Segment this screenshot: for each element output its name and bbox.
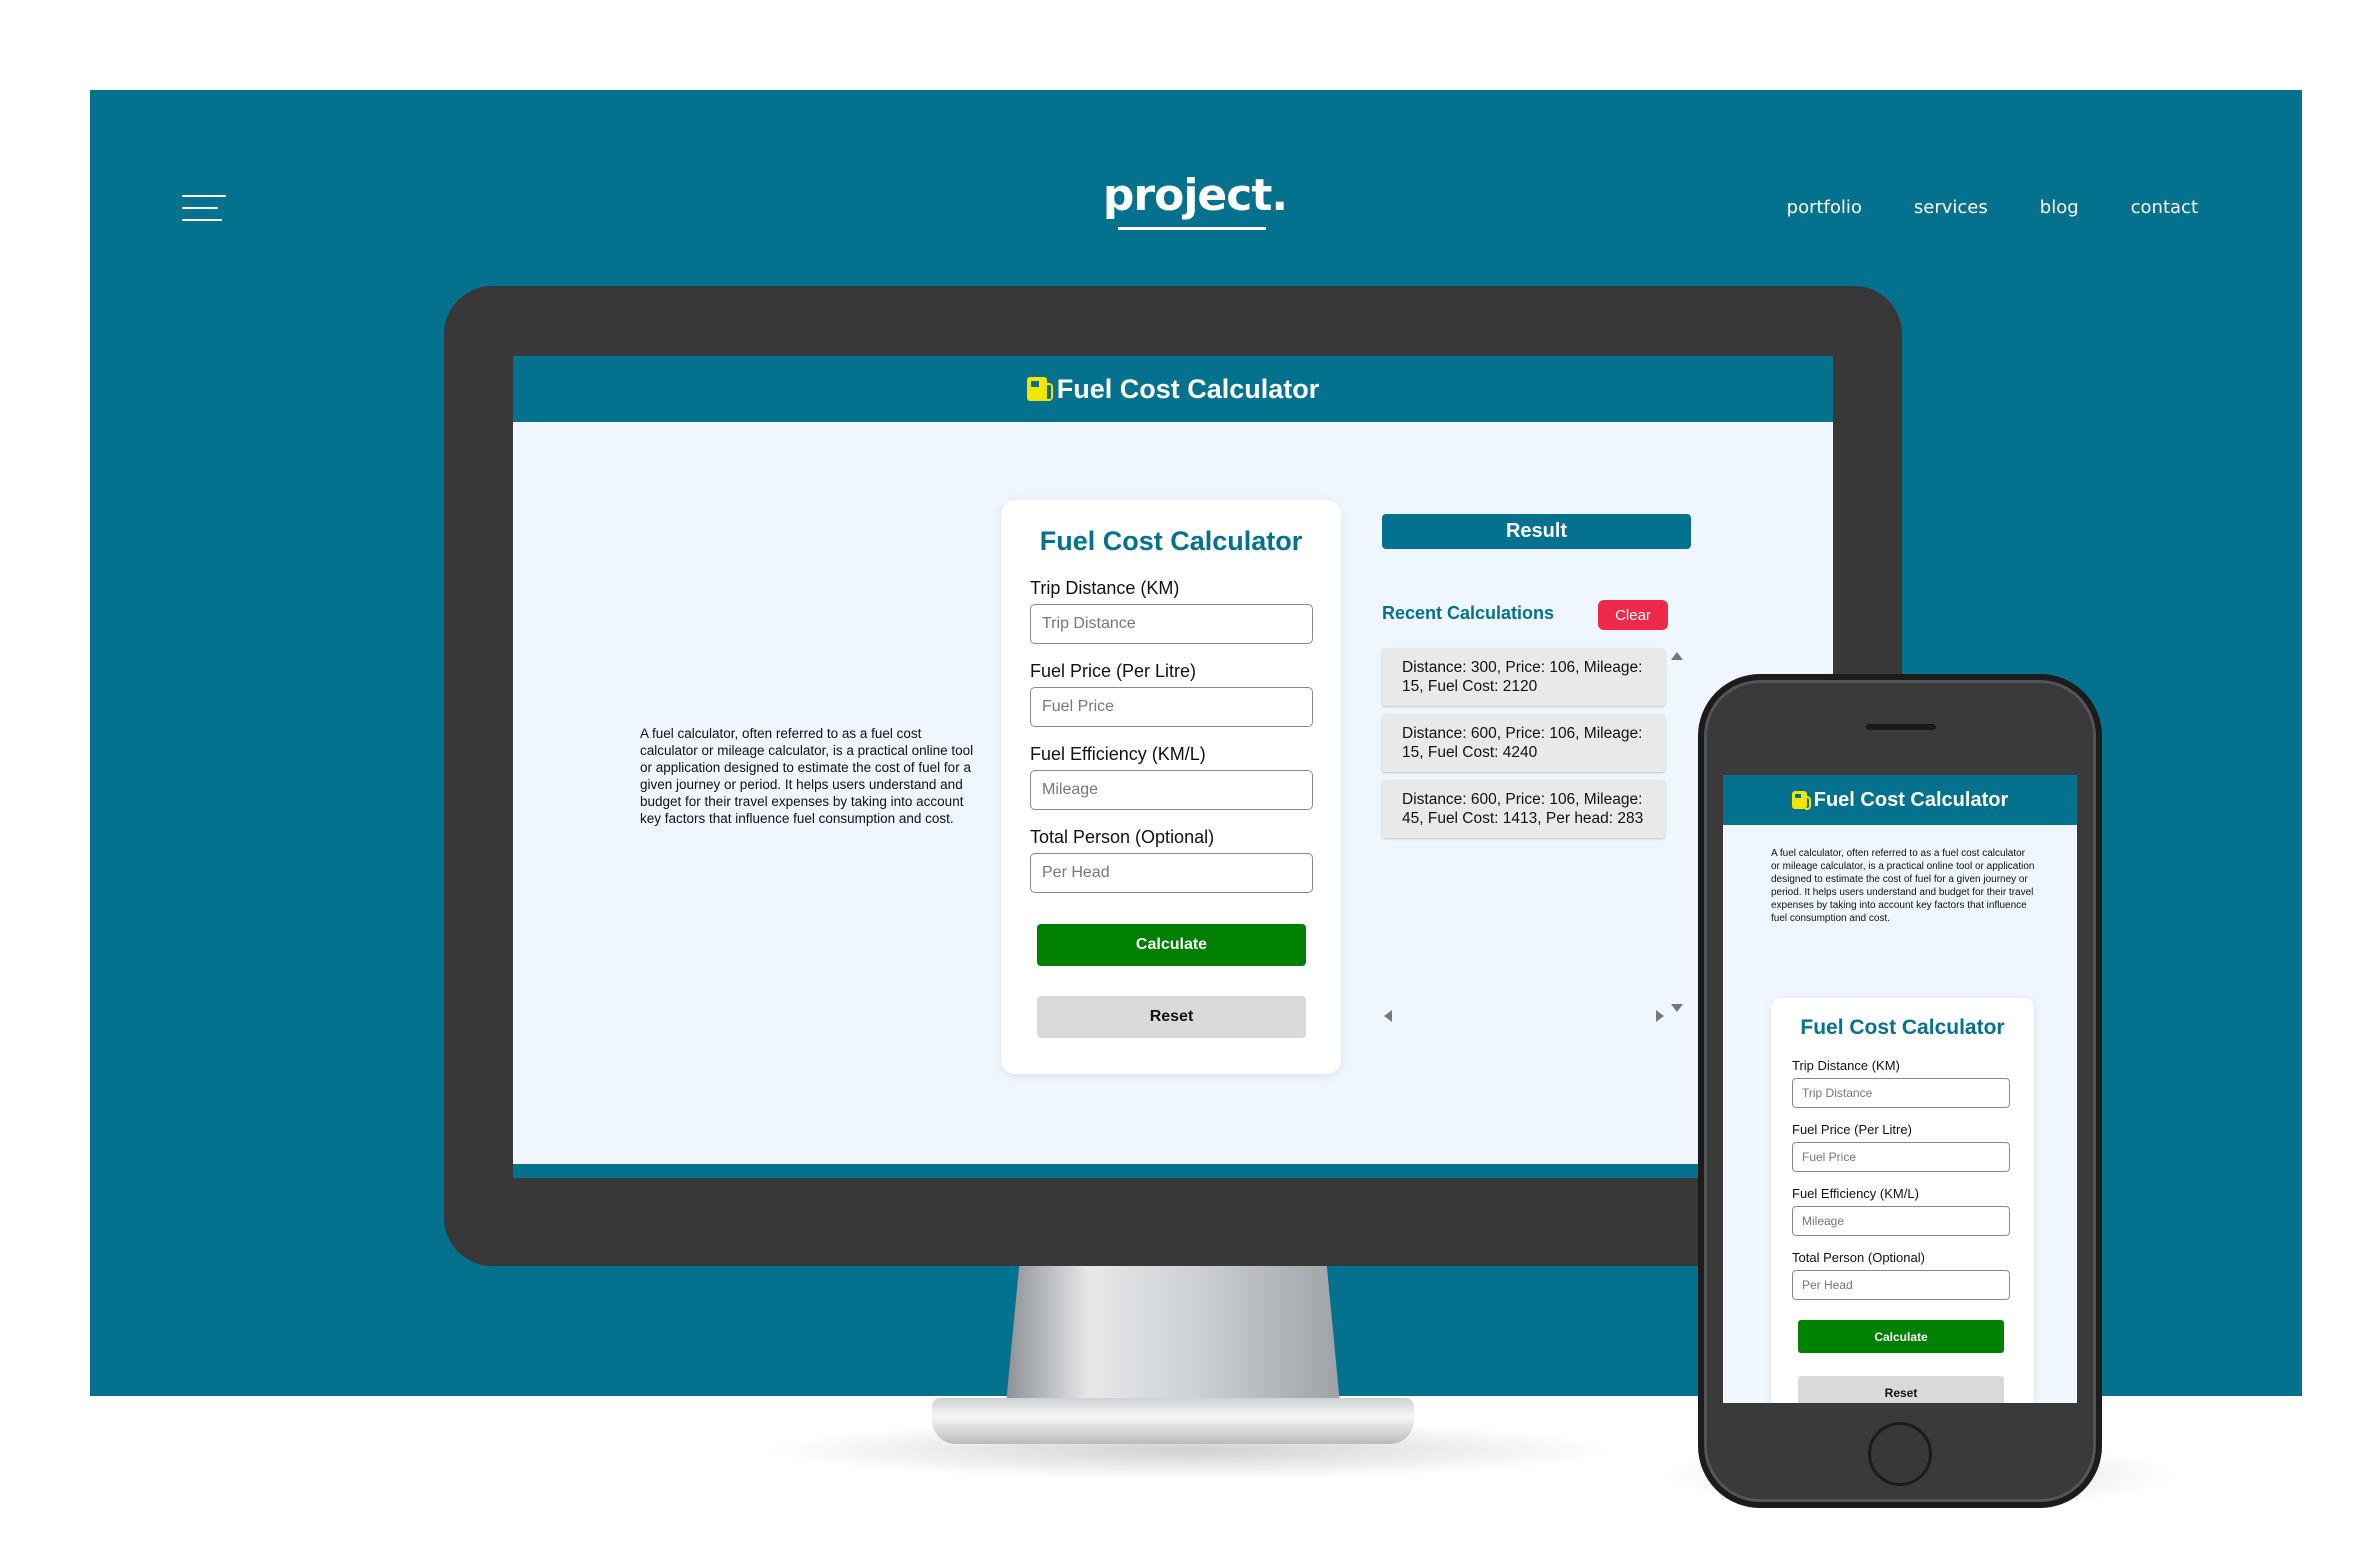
- mileage-input[interactable]: [1030, 770, 1313, 810]
- monitor-stand-neck: [1006, 1264, 1340, 1404]
- per-head-input[interactable]: [1030, 853, 1313, 893]
- mobile-fuel-price-label: Fuel Price (Per Litre): [1792, 1122, 1912, 1137]
- calculate-button[interactable]: Calculate: [1037, 924, 1306, 966]
- scroll-up-icon[interactable]: [1671, 652, 1683, 660]
- scroll-down-icon[interactable]: [1671, 1004, 1683, 1012]
- monitor-stand-base: [932, 1398, 1414, 1444]
- scroll-left-icon[interactable]: [1384, 1010, 1392, 1022]
- reset-button[interactable]: Reset: [1037, 996, 1306, 1038]
- vertical-scrollbar[interactable]: [1671, 652, 1683, 1012]
- history-item: Distance: 600, Price: 106, Mileage: 45, …: [1382, 780, 1665, 838]
- desktop-screen: Fuel Cost Calculator A fuel calculator, …: [513, 356, 1833, 1178]
- clear-button[interactable]: Clear: [1598, 600, 1668, 630]
- mobile-calculator-card: Fuel Cost Calculator Trip Distance (KM) …: [1771, 998, 2034, 1403]
- app-header: Fuel Cost Calculator: [513, 356, 1833, 422]
- mobile-reset-button[interactable]: Reset: [1798, 1376, 2004, 1403]
- mobile-mileage-input[interactable]: [1792, 1206, 2010, 1236]
- horizontal-scrollbar[interactable]: [1384, 1010, 1664, 1022]
- site-logo[interactable]: project.: [1090, 170, 1300, 221]
- mobile-trip-distance-input[interactable]: [1792, 1078, 2010, 1108]
- total-person-label: Total Person (Optional): [1030, 827, 1215, 847]
- phone-speaker: [1866, 724, 1936, 730]
- mobile-calculate-button[interactable]: Calculate: [1798, 1320, 2004, 1353]
- nav-portfolio[interactable]: portfolio: [1787, 197, 1862, 218]
- app-header-title: Fuel Cost Calculator: [1056, 373, 1320, 404]
- scroll-right-icon[interactable]: [1656, 1010, 1664, 1022]
- history-item: Distance: 600, Price: 106, Mileage: 15, …: [1382, 714, 1665, 772]
- fuel-pump-icon: [1791, 791, 1811, 810]
- recent-calculations-label: Recent Calculations: [1382, 603, 1555, 623]
- mobile-header-title: Fuel Cost Calculator: [1813, 788, 2009, 811]
- mobile-per-head-input[interactable]: [1792, 1270, 2010, 1300]
- top-nav: portfolio services blog contact: [1787, 197, 2198, 218]
- mobile-fuel-price-input[interactable]: [1792, 1142, 2010, 1172]
- mobile-trip-distance-label: Trip Distance (KM): [1792, 1058, 1900, 1073]
- trip-distance-label: Trip Distance (KM): [1030, 578, 1180, 598]
- mobile-screen: Fuel Cost Calculator A fuel calculator, …: [1723, 775, 2077, 1403]
- fuel-price-label: Fuel Price (Per Litre): [1030, 661, 1197, 681]
- history-list: Distance: 300, Price: 106, Mileage: 15, …: [1382, 648, 1679, 1028]
- logo-underline: [1118, 227, 1266, 230]
- result-header: Result: [1382, 514, 1691, 549]
- nav-contact[interactable]: contact: [2131, 197, 2198, 218]
- app-description: A fuel calculator, often referred to as …: [640, 726, 974, 826]
- fuel-price-input[interactable]: [1030, 687, 1313, 727]
- trip-distance-input[interactable]: [1030, 604, 1313, 644]
- nav-services[interactable]: services: [1914, 197, 1988, 218]
- history-item: Distance: 300, Price: 106, Mileage: 15, …: [1382, 648, 1665, 706]
- fuel-efficiency-label: Fuel Efficiency (KM/L): [1030, 744, 1206, 764]
- hamburger-icon[interactable]: [182, 195, 226, 223]
- calculator-title: Fuel Cost Calculator: [1039, 526, 1303, 556]
- mobile-description: A fuel calculator, often referred to as …: [1771, 848, 2035, 924]
- fuel-pump-icon: [1026, 377, 1053, 401]
- phone-home-button: [1868, 1422, 1932, 1486]
- mobile-app-header: Fuel Cost Calculator: [1723, 775, 2077, 825]
- nav-blog[interactable]: blog: [2040, 197, 2079, 218]
- mobile-calculator-title: Fuel Cost Calculator: [1800, 1016, 2005, 1039]
- mobile-total-person-label: Total Person (Optional): [1792, 1250, 1925, 1265]
- mobile-fuel-efficiency-label: Fuel Efficiency (KM/L): [1792, 1186, 1919, 1201]
- calculator-card: Fuel Cost Calculator Trip Distance (KM) …: [1001, 500, 1341, 1074]
- app-footer: [513, 1164, 1833, 1178]
